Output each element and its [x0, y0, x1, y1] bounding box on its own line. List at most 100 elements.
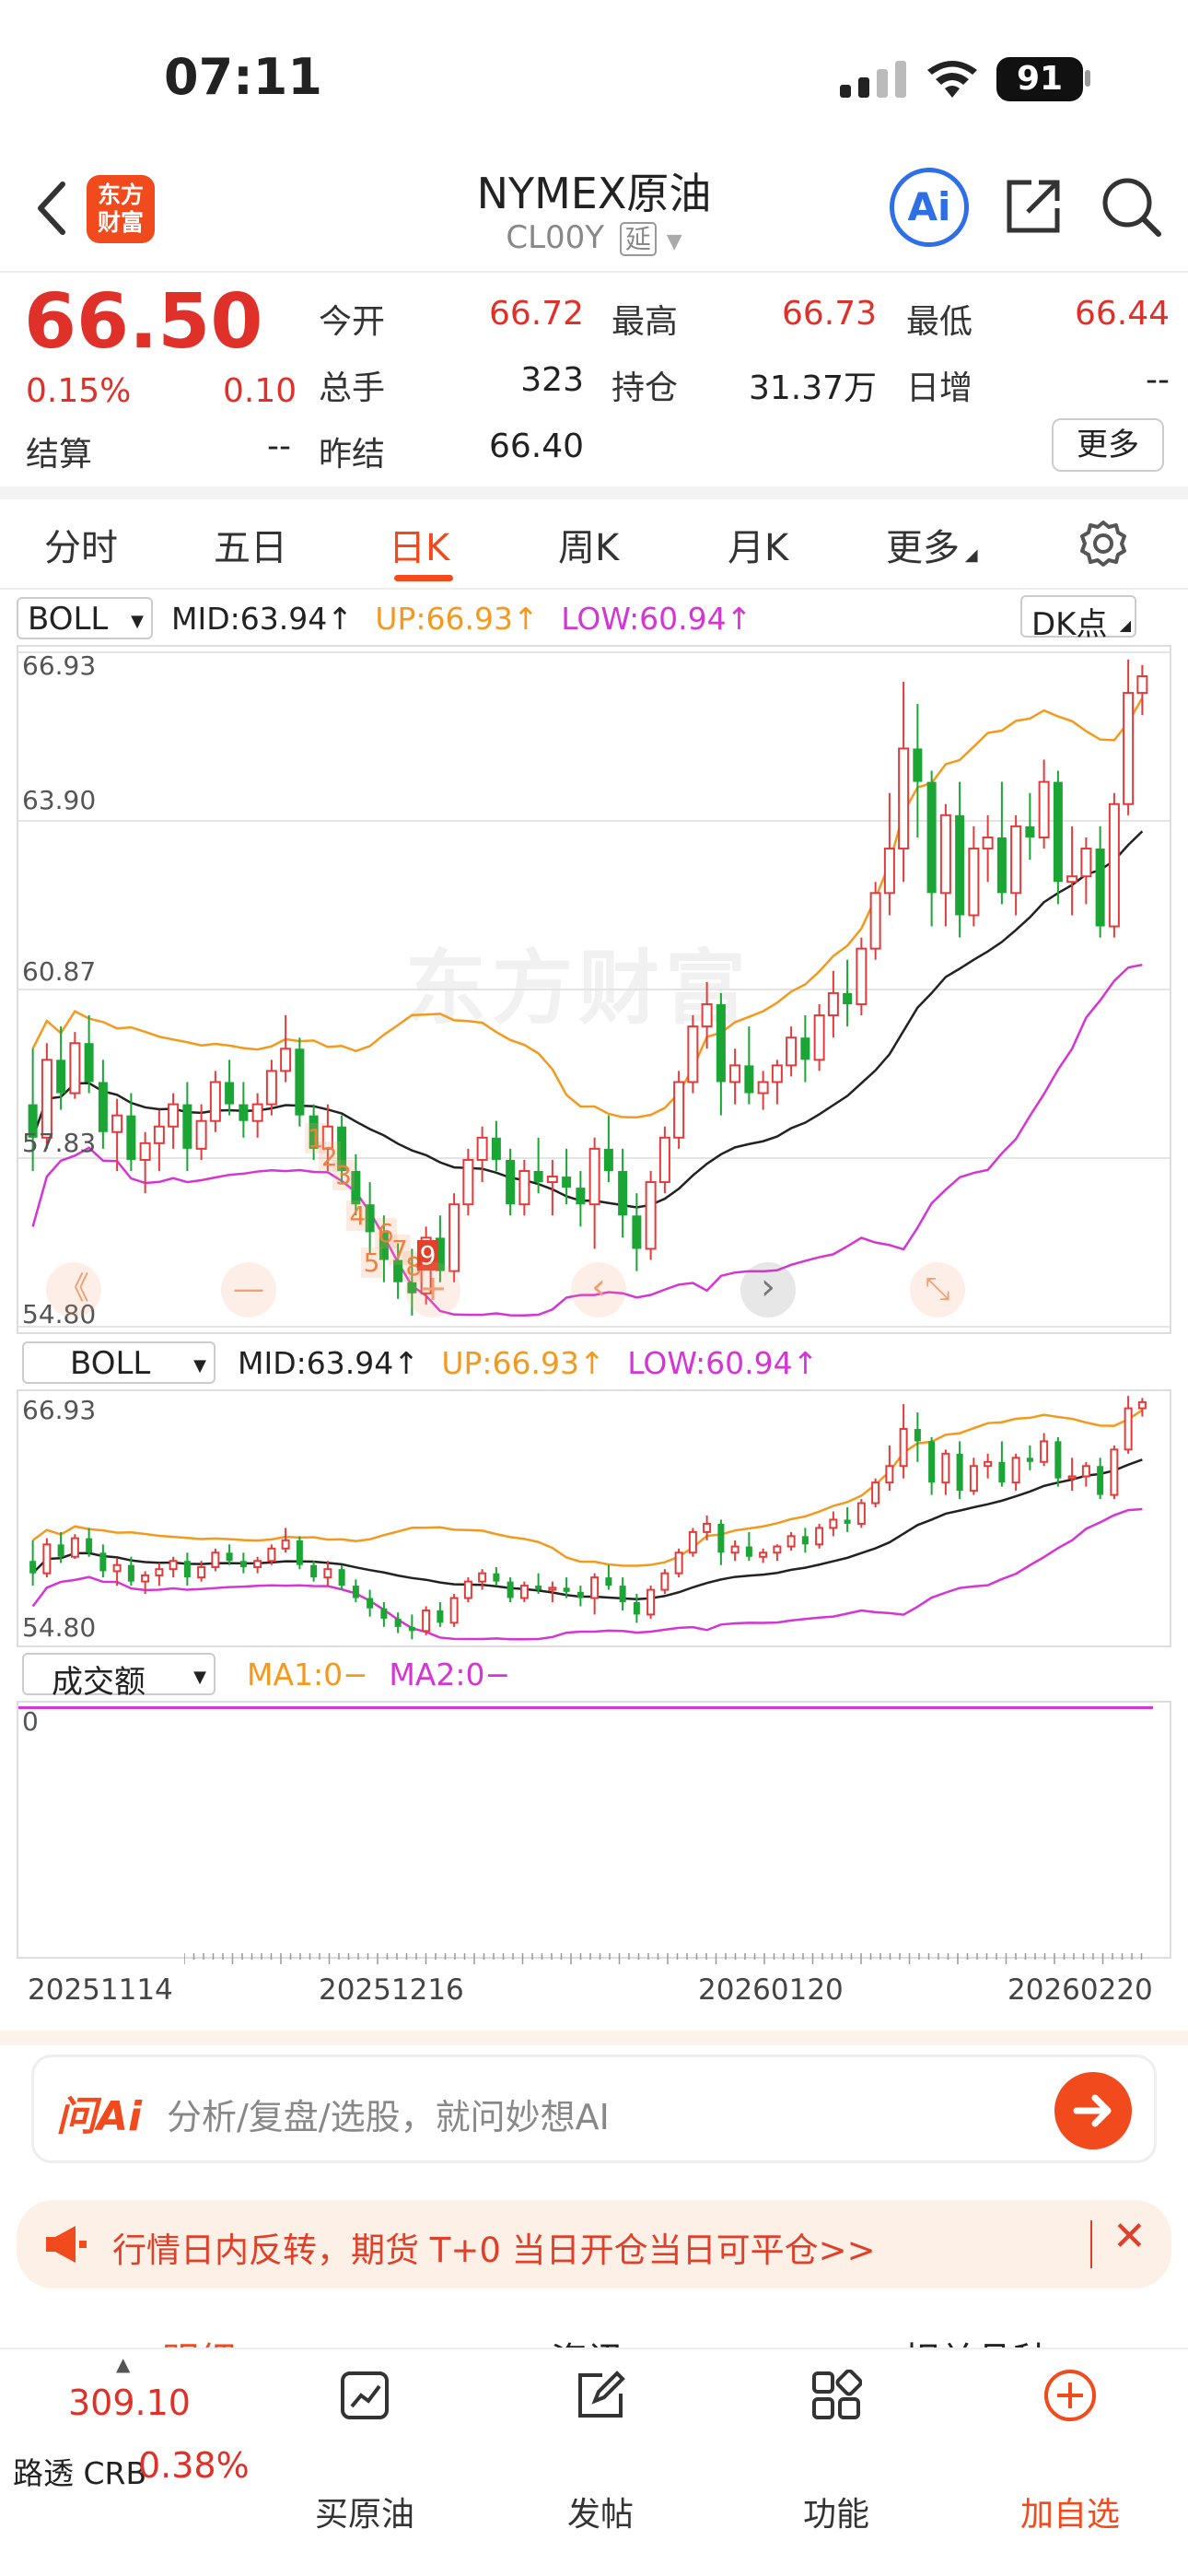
signal-number: 4 — [346, 1200, 369, 1232]
tab-detail[interactable]: 明细 — [162, 2331, 236, 2348]
main-chart-canvas — [18, 651, 1170, 1328]
main-indicator-select[interactable]: BOLL ▼ — [17, 597, 153, 639]
candle — [745, 1531, 752, 1562]
date-label-2: 20251216 — [319, 1973, 464, 2007]
tab-daily-k[interactable]: 日K — [389, 518, 449, 571]
ai-input-placeholder[interactable]: 分析/复盘/选股，就问妙想AI — [167, 2089, 610, 2139]
more-button[interactable]: 更多 — [1052, 418, 1164, 472]
candle — [1067, 1458, 1077, 1492]
candle — [70, 1534, 79, 1559]
date-label-1: 20251114 — [28, 1973, 173, 2007]
tab-more[interactable]: 更多 ◢ — [886, 518, 978, 571]
buy-chart-icon — [341, 2371, 389, 2419]
candle — [153, 1109, 165, 1172]
candle — [225, 1060, 235, 1116]
candle — [800, 1015, 810, 1083]
volume-indicator-select[interactable]: 成交额 ▼ — [22, 1653, 215, 1701]
date-axis-ticks — [184, 1953, 1143, 1964]
gear-icon[interactable] — [1079, 520, 1127, 568]
main-indicator-values: MID:63.94↑ UP:66.93↑ LOW:60.94↑ — [171, 601, 751, 645]
candle — [253, 1556, 262, 1574]
edit-icon — [578, 2371, 625, 2418]
tab-related[interactable]: 相关品种 — [903, 2331, 1050, 2348]
chevron-down-icon: ▼ — [666, 230, 682, 253]
candle — [588, 1137, 600, 1249]
tab-news[interactable]: 资讯 — [551, 2331, 624, 2348]
zoom-out-button[interactable]: — — [221, 1262, 276, 1317]
sub-kline-chart[interactable]: 66.93 54.80 — [17, 1389, 1171, 1647]
fullscreen-button[interactable]: ⤡ — [910, 1262, 965, 1317]
zoom-in-button[interactable]: + — [405, 1262, 460, 1317]
candle — [562, 1148, 572, 1205]
candle — [757, 1071, 769, 1110]
candle — [1123, 659, 1135, 815]
tab-intraday[interactable]: 分时 — [44, 518, 118, 571]
ai-submit-button[interactable] — [1054, 2072, 1132, 2149]
index-name: 路透 CRB — [13, 2455, 147, 2491]
period-tabs: 分时 五日 日K 周K 月K 更多 ◢ — [0, 498, 1188, 590]
search-icon[interactable] — [1100, 175, 1164, 240]
ai-button[interactable]: Ai — [890, 168, 969, 247]
battery-level: 91 — [1016, 60, 1064, 98]
candle — [86, 1528, 93, 1557]
candle — [856, 1499, 866, 1528]
volume-ma1: MA1:0− — [247, 1657, 368, 1692]
candle — [646, 1586, 656, 1619]
value-open-interest: 31.37万 — [748, 369, 877, 407]
date-label-3: 20260120 — [698, 1973, 844, 2007]
candle — [773, 1544, 782, 1562]
nav-post[interactable]: 发帖 — [545, 2488, 656, 2535]
arrow-right-icon — [1073, 2094, 1112, 2127]
signal-number: 5 — [360, 1247, 383, 1278]
nav-functions[interactable]: 功能 — [781, 2488, 891, 2535]
quote-panel: 66.50 0.15% 0.10 今开 66.72 最高 66.73 最低 66… — [0, 275, 1188, 486]
tab-monthly-k[interactable]: 月K — [728, 518, 788, 571]
share-icon[interactable] — [1004, 175, 1065, 236]
tab-five-day[interactable]: 五日 — [214, 518, 287, 571]
volume-y-label: 0 — [22, 1706, 39, 1737]
notice-banner[interactable]: 行情日内反转，期货 T+0 当日开仓当日可平仓>> ✕ — [17, 2200, 1171, 2289]
candle — [476, 1126, 488, 1183]
nav-add-watchlist[interactable]: 加自选 — [1006, 2488, 1135, 2535]
candle — [394, 1612, 402, 1633]
candle — [422, 1606, 431, 1635]
scroll-left-button[interactable]: ‹ — [571, 1262, 626, 1317]
candle — [1137, 1398, 1147, 1417]
label-high: 最高 — [611, 303, 679, 341]
zoom-out-left-button[interactable]: 《 — [46, 1262, 101, 1317]
volume-ma2: MA2:0− — [389, 1657, 511, 1692]
candle — [281, 1528, 290, 1553]
candle — [956, 1441, 963, 1500]
candle — [1066, 825, 1078, 916]
candle — [1081, 1461, 1090, 1487]
close-icon[interactable]: ✕ — [1112, 2213, 1147, 2260]
nav-buy-crude[interactable]: 买原油 — [309, 2488, 420, 2535]
y-label-2: 63.90 — [22, 785, 97, 815]
candle — [69, 1032, 81, 1099]
candle — [380, 1601, 388, 1627]
sub-indicator-select[interactable]: BOLL ▼ — [22, 1341, 215, 1384]
value-daily-increase: -- — [1146, 361, 1170, 399]
candle — [239, 1082, 249, 1138]
ask-ai-bar[interactable]: 问Ai 分析/复盘/选股，就问妙想AI — [31, 2055, 1157, 2163]
tab-weekly-k[interactable]: 周K — [558, 518, 619, 571]
corner-icon: ◢ — [1119, 616, 1131, 634]
candle — [155, 1563, 164, 1587]
label-open-interest: 持仓 — [611, 369, 679, 407]
candle — [717, 1519, 725, 1565]
signal-number: 3 — [332, 1160, 355, 1191]
volume-chart[interactable]: 0 — [17, 1701, 1171, 1959]
candle — [226, 1544, 233, 1565]
candle — [955, 781, 965, 938]
dk-point-button[interactable]: DK点 ◢ — [1020, 595, 1136, 643]
candle — [169, 1556, 178, 1578]
expand-up-icon[interactable]: ▲ — [116, 2353, 130, 2375]
candle — [688, 1528, 697, 1557]
candle — [968, 825, 980, 927]
main-kline-chart[interactable]: 东方财富 66.93 63.90 60.87 57.83 54.80 12345… — [17, 645, 1171, 1334]
candle — [730, 1540, 740, 1562]
scroll-right-button[interactable]: › — [740, 1262, 796, 1317]
candle — [352, 1579, 359, 1602]
candle — [323, 1561, 332, 1587]
candle — [771, 1060, 783, 1105]
